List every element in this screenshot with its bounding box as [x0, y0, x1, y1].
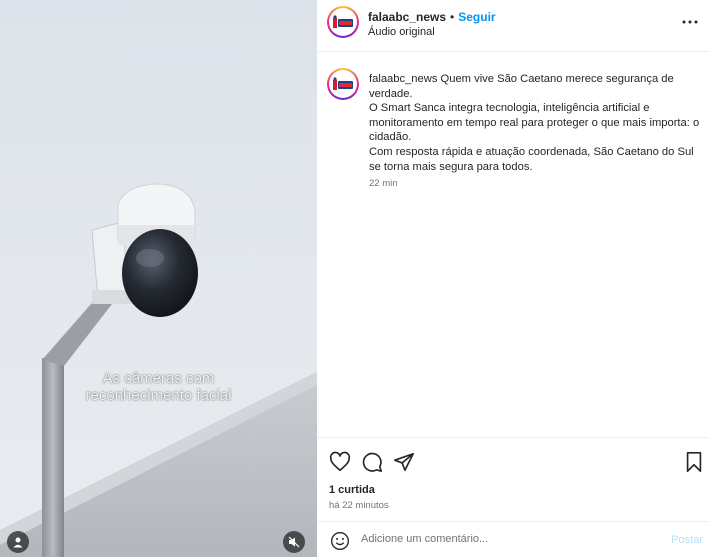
reel-video[interactable]: As câmeras com reconhecimento facial — [0, 0, 317, 557]
original-audio-link[interactable]: Áudio original — [368, 26, 435, 38]
emoji-button[interactable] — [330, 531, 350, 551]
comment-button[interactable] — [361, 451, 383, 473]
caption-line-3: Com resposta rápida e atuação coordenada… — [369, 145, 694, 173]
falaabc-logo-icon — [332, 15, 354, 29]
avatar[interactable] — [327, 6, 359, 38]
bookmark-icon — [686, 452, 702, 472]
caption-text: falaabc_news Quem vive São Caetano merec… — [369, 72, 705, 174]
mute-toggle-button[interactable] — [283, 531, 305, 553]
caption-line-2: O Smart Sanca integra tecnologia, inteli… — [369, 102, 700, 144]
caption-username[interactable]: falaabc_news — [369, 73, 437, 85]
caption-timestamp: 22 min — [369, 178, 398, 189]
comment-input[interactable] — [361, 533, 631, 545]
likes-count[interactable]: 1 curtida — [329, 484, 375, 496]
caption-avatar[interactable] — [327, 68, 359, 100]
caption-line-2: reconhecimento facial — [85, 387, 232, 404]
falaabc-logo-icon — [332, 77, 354, 91]
post-header: falaabc_news • Seguir Áudio original — [317, 0, 709, 52]
video-caption: As câmeras com reconhecimento facial — [0, 370, 317, 404]
more-horizontal-icon — [682, 20, 698, 24]
post-panel: falaabc_news • Seguir Áudio original fal… — [317, 0, 709, 557]
user-tag-icon — [13, 537, 23, 548]
post-comment-button[interactable]: Postar — [671, 534, 703, 546]
follow-button[interactable]: Seguir — [458, 10, 495, 24]
header-user-line: falaabc_news • Seguir — [368, 10, 496, 24]
more-options-button[interactable] — [681, 14, 699, 30]
muted-speaker-icon — [288, 536, 300, 548]
save-button[interactable] — [683, 451, 705, 473]
share-icon — [394, 452, 414, 472]
comment-icon — [362, 452, 382, 472]
comment-bar: Postar — [317, 521, 709, 557]
security-camera-image — [0, 183, 317, 557]
caption-line-1: As câmeras com — [102, 370, 215, 387]
emoji-icon — [331, 532, 349, 550]
separator-dot: • — [450, 10, 455, 24]
heart-icon — [329, 451, 351, 472]
tagged-users-button[interactable] — [7, 531, 29, 553]
like-button[interactable] — [329, 451, 351, 473]
post-timestamp: há 22 minutos — [329, 500, 389, 511]
header-username[interactable]: falaabc_news — [368, 10, 446, 24]
share-button[interactable] — [393, 451, 415, 473]
